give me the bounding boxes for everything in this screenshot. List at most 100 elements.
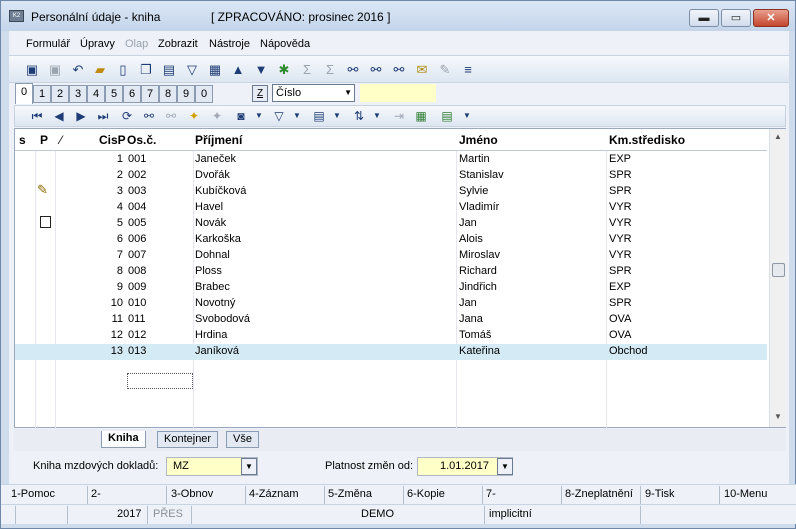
cell-stredisko[interactable]: EXP — [609, 153, 631, 165]
cell-cisp[interactable]: 3 — [117, 185, 123, 197]
star-add-icon[interactable]: ✦ — [186, 108, 202, 124]
cell-prijmeni[interactable]: Brabec — [195, 281, 230, 293]
number-tab-5[interactable]: 5 — [105, 85, 123, 103]
arrow-down-icon[interactable]: ▼ — [253, 62, 269, 78]
table-row[interactable]: 2 002 Dvořák Stanislav SPR — [15, 168, 767, 184]
cell-stredisko[interactable]: SPR — [609, 297, 632, 309]
cell-prijmeni[interactable]: Novotný — [195, 297, 235, 309]
table-row[interactable]: 6 006 Karkoška Alois VYR — [15, 232, 767, 248]
cell-cisp[interactable]: 1 — [117, 153, 123, 165]
cell-osc[interactable]: 009 — [128, 281, 146, 293]
cell-jmeno[interactable]: Stanislav — [459, 169, 504, 181]
cell-cisp[interactable]: 2 — [117, 169, 123, 181]
maximize-button[interactable]: ▭ — [721, 9, 751, 27]
table-row[interactable]: 1 001 Janeček Martin EXP — [15, 152, 767, 168]
star-remove-icon[interactable]: ✦ — [209, 108, 225, 124]
cell-stredisko[interactable]: EXP — [609, 281, 631, 293]
columns-icon[interactable]: ▤ — [311, 108, 327, 124]
cell-cisp[interactable]: 5 — [117, 217, 123, 229]
header-p[interactable]: P — [40, 133, 48, 147]
cell-osc[interactable]: 006 — [128, 233, 146, 245]
close-button[interactable]: ✕ — [753, 9, 789, 27]
checkbox-icon[interactable] — [40, 216, 51, 228]
cell-prijmeni[interactable]: Dohnal — [195, 249, 230, 261]
cell-stredisko[interactable]: SPR — [609, 185, 632, 197]
cell-jmeno[interactable]: Jan — [459, 217, 477, 229]
header-cisp[interactable]: CisP — [99, 133, 126, 147]
cell-osc[interactable]: 007 — [128, 249, 146, 261]
table-row[interactable]: 11 011 Svobodová Jana OVA — [15, 312, 767, 328]
table-row[interactable]: 4 004 Havel Vladimír VYR — [15, 200, 767, 216]
number-tab-3[interactable]: 3 — [69, 85, 87, 103]
cell-stredisko[interactable]: OVA — [609, 313, 631, 325]
cell-jmeno[interactable]: Martin — [459, 153, 490, 165]
notes-icon[interactable]: ▤ — [439, 108, 455, 124]
cell-cisp[interactable]: 8 — [117, 265, 123, 277]
number-tab-1[interactable]: 1 — [33, 85, 51, 103]
cell-prijmeni[interactable]: Dvořák — [195, 169, 230, 181]
table-row[interactable]: 9 009 Brabec Jindřich EXP — [15, 280, 767, 296]
chevron-down-icon[interactable]: ▼ — [241, 458, 257, 475]
cell-cisp[interactable]: 11 — [112, 313, 123, 325]
header-prijmeni[interactable]: Příjmení — [195, 133, 242, 147]
fkey-4[interactable]: 4-Záznam — [249, 488, 299, 500]
table-row[interactable]: 5 005 Novák Jan VYR — [15, 216, 767, 232]
save-icon[interactable]: ▣ — [24, 62, 40, 78]
cell-stredisko[interactable]: VYR — [609, 217, 632, 229]
cell-prijmeni[interactable]: Janíková — [195, 345, 239, 357]
cell-osc[interactable]: 008 — [128, 265, 146, 277]
number-tab-8[interactable]: 8 — [159, 85, 177, 103]
cell-osc[interactable]: 002 — [128, 169, 146, 181]
number-tab-6[interactable]: 6 — [123, 85, 141, 103]
chevron-down-icon[interactable]: ▼ — [251, 108, 267, 124]
fkey-10[interactable]: 10-Menu — [724, 488, 767, 500]
chevron-down-icon[interactable]: ▼ — [289, 108, 305, 124]
menu-zobrazit[interactable]: Zobrazit — [158, 38, 198, 50]
fkey-1[interactable]: 1-Pomoc — [11, 488, 55, 500]
chevron-down-icon[interactable]: ▼ — [329, 108, 345, 124]
header-mark[interactable]: ⁄ — [60, 133, 62, 147]
scroll-up-icon[interactable]: ▲ — [770, 129, 786, 145]
last-icon[interactable]: ⏭ — [95, 108, 111, 124]
chevron-down-icon[interactable]: ▼ — [497, 458, 513, 475]
table-row[interactable]: 3 003 Kubíčková Sylvie SPR — [15, 184, 767, 200]
arrow-up-icon[interactable]: ▲ — [230, 62, 246, 78]
prev-icon[interactable]: ◀ — [51, 108, 67, 124]
binoculars-next-icon[interactable]: ⚯ — [368, 62, 384, 78]
cell-stredisko[interactable]: SPR — [609, 265, 632, 277]
cell-stredisko[interactable]: VYR — [609, 233, 632, 245]
edit-icon[interactable]: ✎ — [437, 62, 453, 78]
cell-jmeno[interactable]: Vladimír — [459, 201, 499, 213]
undo-icon[interactable]: ↶ — [70, 62, 86, 78]
filter-icon[interactable]: ▽ — [184, 62, 200, 78]
tab-kniha[interactable]: Kniha — [101, 431, 146, 448]
header-jmeno[interactable]: Jméno — [459, 133, 498, 147]
binoculars-list-icon[interactable]: ⚯ — [391, 62, 407, 78]
menu-formular[interactable]: Formulář — [26, 38, 70, 50]
header-osc[interactable]: Os.č. — [127, 133, 156, 147]
binoculars-disabled-icon[interactable]: ⚯ — [163, 108, 179, 124]
cell-osc[interactable]: 005 — [128, 217, 146, 229]
cell-prijmeni[interactable]: Ploss — [195, 265, 222, 277]
quick-search-field[interactable] — [360, 84, 436, 102]
cell-prijmeni[interactable]: Novák — [195, 217, 226, 229]
cell-stredisko[interactable]: Obchod — [609, 345, 648, 357]
indent-icon[interactable]: ⇥ — [391, 108, 407, 124]
header-s[interactable]: s — [19, 133, 26, 147]
fkey-2[interactable]: 2- — [91, 488, 101, 500]
sort-icon[interactable]: ⇅ — [351, 108, 367, 124]
cell-osc[interactable]: 004 — [128, 201, 146, 213]
cell-cisp[interactable]: 6 — [117, 233, 123, 245]
edit-note-icon[interactable]: ✎ — [37, 182, 53, 198]
cell-prijmeni[interactable]: Karkoška — [195, 233, 241, 245]
fkey-6[interactable]: 6-Kopie — [407, 488, 445, 500]
filter-icon[interactable]: ▽ — [271, 108, 287, 124]
cell-osc[interactable]: 013 — [128, 345, 146, 357]
fkey-8[interactable]: 8-Zneplatnění — [565, 488, 633, 500]
cell-jmeno[interactable]: Jana — [459, 313, 483, 325]
number-tab-9[interactable]: 9 — [177, 85, 195, 103]
save-as-icon[interactable]: ▣ — [47, 62, 63, 78]
fkey-9[interactable]: 9-Tisk — [645, 488, 675, 500]
cell-cisp[interactable]: 13 — [111, 345, 123, 357]
scroll-thumb[interactable] — [772, 263, 785, 277]
